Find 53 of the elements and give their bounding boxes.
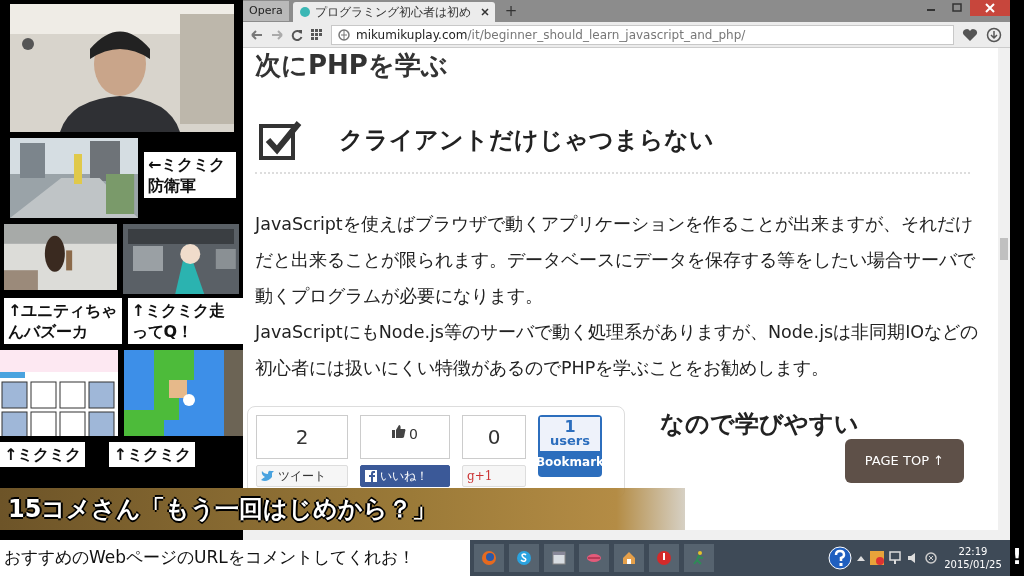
house-icon <box>621 550 637 566</box>
scrollbar[interactable] <box>998 48 1010 530</box>
paragraph: JavaScriptにもNode.js等のサーバで動く処理系がありますが、Node.jsは非同期IOなどの初心者には扱いにくい特徴があるのでPHPを学ぶことをお勧めします。 <box>255 321 980 380</box>
caption: ↑ミクミク <box>109 442 195 467</box>
plus-one-button[interactable]: g+1 <box>462 465 526 487</box>
firefox-icon <box>481 550 497 566</box>
address-field[interactable]: mikumikuplay.com/it/beginner_should_learn_javascript_and_php/ <box>331 24 954 45</box>
caption: ←ミクミク防衛軍 <box>144 152 236 198</box>
taskbar-button[interactable] <box>614 544 644 572</box>
taskbar-button[interactable] <box>509 544 539 572</box>
paragraph: JavaScriptを使えばブラウザで動くアプリケーションを作ることが出来ますが、それだけだと出来ることが限られます。データベースにデータを保存する等をしたい場合サーバで動くプログラムが必要になります。 <box>255 213 976 308</box>
close-icon[interactable] <box>480 8 489 16</box>
caption: ↑ミクミク走ってQ！ <box>127 298 243 344</box>
clock-time: 22:19 <box>957 545 989 558</box>
skype-icon <box>516 550 532 566</box>
banner-comment: 15コメさん「もう一回はじめから？」 <box>7 494 437 525</box>
scrollbar[interactable] <box>243 530 1010 540</box>
share-count: 0 <box>360 415 450 459</box>
bookmark-button[interactable]: 1 users Bookmark <box>538 415 602 477</box>
caption: ↑ミクミク <box>0 442 86 467</box>
network-icon[interactable] <box>889 551 903 565</box>
url-text: mikumikuplay.com/it/beginner_should_learn_javascript_and_php/ <box>356 26 746 44</box>
browser-tab[interactable]: プログラミング初心者は初め <box>292 2 495 22</box>
like-button[interactable]: いいね！ <box>360 465 450 487</box>
taskbar-button[interactable] <box>544 544 574 572</box>
facebook-icon <box>365 470 377 482</box>
share-count: 2 <box>256 415 348 459</box>
thumbs-up-icon <box>392 424 407 438</box>
bird-icon <box>261 470 275 482</box>
download-icon[interactable] <box>986 26 1002 43</box>
menu-button[interactable]: Opera <box>243 1 289 21</box>
globe-icon <box>338 28 350 41</box>
page-top-button[interactable]: PAGE TOP ↑ <box>844 439 964 483</box>
grid-icon[interactable] <box>311 28 323 41</box>
help-icon[interactable] <box>828 546 852 570</box>
tab-icon <box>298 6 311 18</box>
stop-icon <box>656 550 672 566</box>
share-count: 0 <box>462 415 526 459</box>
caption: ↑ユニティちゃんバズーカ <box>4 298 122 344</box>
section-heading: 次にPHPを学ぶ <box>255 50 449 80</box>
section-heading: なので学びやすい <box>660 409 860 440</box>
tweet-button[interactable]: ツイート <box>256 465 348 487</box>
reload-icon[interactable] <box>291 28 303 41</box>
back-icon[interactable] <box>251 29 263 40</box>
new-tab-button[interactable]: + <box>498 2 524 20</box>
error-icon[interactable] <box>925 552 937 564</box>
heart-icon[interactable] <box>962 27 978 42</box>
clock-date: 2015/01/25 <box>943 558 1003 571</box>
section-heading: クライアントだけじゃつまらない <box>339 125 714 156</box>
comment-request: おすすめのWebページのURLをコメントしてくれお！ <box>0 540 470 576</box>
window-icon <box>551 550 567 566</box>
close-icon[interactable] <box>970 0 1010 16</box>
caret-icon[interactable] <box>857 555 865 561</box>
